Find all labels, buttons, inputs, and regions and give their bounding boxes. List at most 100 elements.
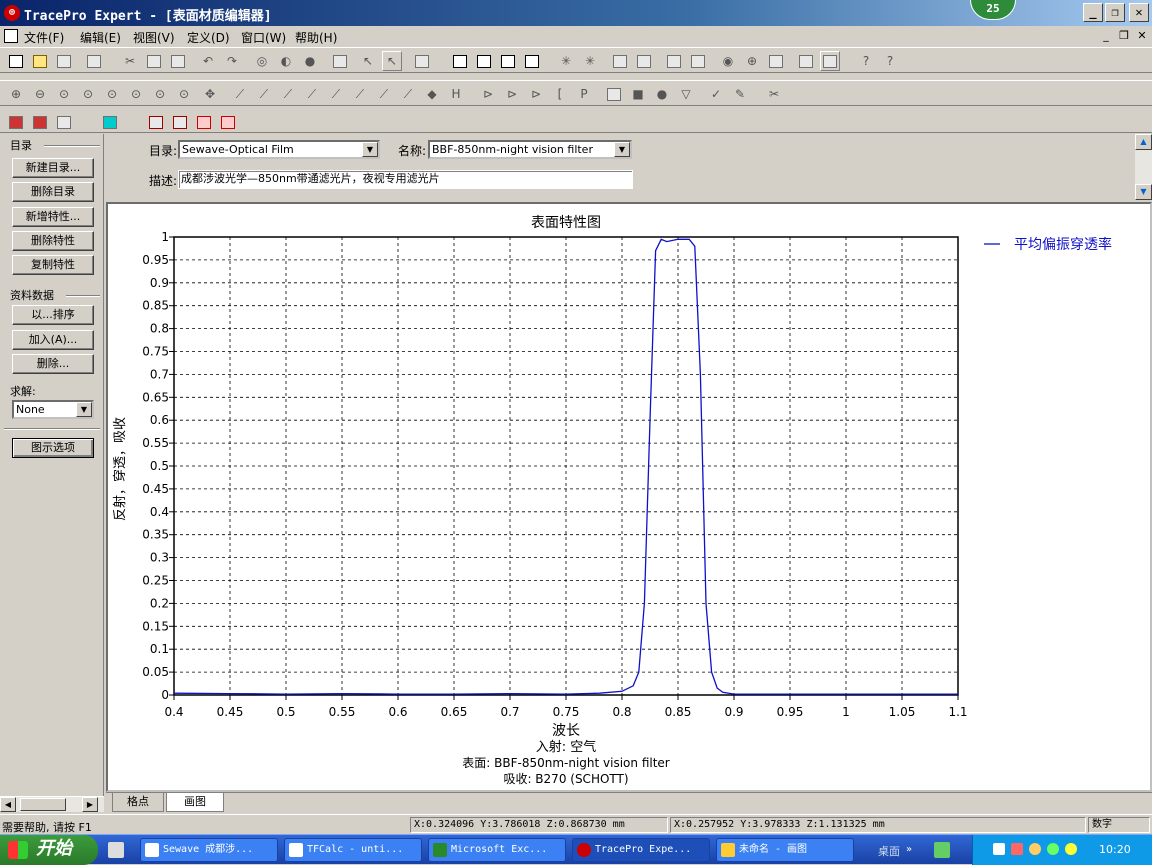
clock[interactable]: 10:20 xyxy=(1099,843,1131,856)
minimize-button[interactable]: _ xyxy=(1083,3,1103,22)
add-data-button[interactable]: 加入(A)... xyxy=(12,330,94,350)
scroll-up-icon[interactable]: ▲ xyxy=(1135,134,1152,150)
left-panel-scrollbar[interactable]: ◀ ▶ xyxy=(0,796,104,812)
catalog-select[interactable]: Sewave-Optical Film ▼ xyxy=(178,140,380,159)
view-trim-icon[interactable]: ⟋ xyxy=(398,84,418,104)
render-icon[interactable] xyxy=(330,51,350,71)
quick-launch-keyboard-icon[interactable] xyxy=(108,842,124,858)
close-button[interactable]: ✕ xyxy=(1129,3,1149,22)
start-button[interactable]: 开始 xyxy=(0,835,98,865)
properties-icon[interactable] xyxy=(412,51,432,71)
open-icon[interactable] xyxy=(30,51,50,71)
select-surface-icon[interactable]: ↖ xyxy=(382,51,402,71)
zoom-in-icon[interactable]: ⊕ xyxy=(6,84,26,104)
view-zx-icon[interactable]: ⟋ xyxy=(326,84,346,104)
pencil-icon[interactable]: ✎ xyxy=(730,84,750,104)
bracket-icon[interactable]: [ xyxy=(550,84,570,104)
cone-icon[interactable]: ▽ xyxy=(676,84,696,104)
print-icon[interactable] xyxy=(84,51,104,71)
zoom-previous-icon[interactable]: ⊙ xyxy=(126,84,146,104)
view-yz-icon[interactable]: ⟋ xyxy=(254,84,274,104)
target-icon[interactable]: ⊕ xyxy=(742,51,762,71)
solve-select[interactable]: None ▼ xyxy=(12,400,94,419)
zoom-range-icon[interactable]: ⊙ xyxy=(150,84,170,104)
menu-view[interactable]: 视图(V) xyxy=(133,29,175,46)
menu-file[interactable]: 文件(F) xyxy=(24,29,64,46)
taskbar-item-excel[interactable]: Microsoft Exc... xyxy=(428,838,566,862)
restore-button[interactable]: ❐ xyxy=(1105,3,1125,22)
redo-icon[interactable]: ↷ xyxy=(222,51,242,71)
new-catalog-button[interactable]: 新建目录... xyxy=(12,158,94,178)
mdi-minimize-button[interactable]: _ xyxy=(1098,29,1114,42)
shaded-dpl-icon[interactable] xyxy=(820,51,840,71)
copy-icon[interactable] xyxy=(144,51,164,71)
candela-plot-icon[interactable] xyxy=(634,51,654,71)
window-cascade-icon[interactable] xyxy=(474,51,494,71)
menu-define[interactable]: 定义(D) xyxy=(187,29,230,46)
speaker-icon[interactable] xyxy=(1029,843,1041,855)
battery-icon[interactable] xyxy=(934,842,950,858)
tab-grid[interactable]: 格点 xyxy=(112,793,164,812)
taskbar-item-paint[interactable]: 未命名 - 画图 xyxy=(716,838,854,862)
scroll-left-icon[interactable]: ◀ xyxy=(0,797,16,812)
tab-plot[interactable]: 画图 xyxy=(166,793,224,812)
delete-catalog-button[interactable]: 删除目录 xyxy=(12,182,94,202)
menu-edit[interactable]: 编辑(E) xyxy=(80,29,121,46)
document-icon[interactable] xyxy=(4,29,18,43)
union-icon[interactable]: ◎ xyxy=(252,51,272,71)
source-icon[interactable]: ◉ xyxy=(718,51,738,71)
taskbar-item-tfcalc[interactable]: TFCalc - unti... xyxy=(284,838,422,862)
undo-icon[interactable]: ↶ xyxy=(198,51,218,71)
scroll-thumb[interactable] xyxy=(20,798,66,811)
scroll-down-icon[interactable]: ▼ xyxy=(1135,184,1152,200)
view-silhouette-icon[interactable]: ◆ xyxy=(422,84,442,104)
pyramid-icon[interactable]: P xyxy=(574,84,594,104)
select-icon[interactable]: ↖ xyxy=(358,51,378,71)
zoom-out-icon[interactable]: ⊖ xyxy=(30,84,50,104)
security-icon[interactable] xyxy=(1011,843,1023,855)
sphere-icon[interactable]: ● xyxy=(652,84,672,104)
description-field[interactable]: 成都涉波光学—850nm带通滤光片，夜视专用滤光片 xyxy=(178,170,633,189)
zoom-fit-icon[interactable]: ⊙ xyxy=(174,84,194,104)
rotate-icon[interactable]: ⊳ xyxy=(478,84,498,104)
view-axis-icon[interactable]: ⟋ xyxy=(374,84,394,104)
sort-by-button[interactable]: 以...排序 xyxy=(12,305,94,325)
view-height-icon[interactable]: H xyxy=(446,84,466,104)
add-property-button[interactable]: 新增特性... xyxy=(12,207,94,227)
pan-icon[interactable]: ✥ xyxy=(200,84,220,104)
step-icon[interactable]: ⊳ xyxy=(502,84,522,104)
taskbar-item-sewave[interactable]: Sewave 成都涉... xyxy=(140,838,278,862)
intersect-icon[interactable]: ◐ xyxy=(276,51,296,71)
view-zy-icon[interactable]: ⟋ xyxy=(278,84,298,104)
input-method-icon[interactable] xyxy=(1065,843,1077,855)
update-icon[interactable] xyxy=(1047,843,1059,855)
save-icon[interactable] xyxy=(54,51,74,71)
check-icon[interactable]: ✓ xyxy=(706,84,726,104)
zoom-all-icon[interactable]: ⊙ xyxy=(78,84,98,104)
block-icon[interactable] xyxy=(604,84,624,104)
view-x-icon[interactable]: ⟋ xyxy=(230,84,250,104)
app-icon[interactable]: ⊕ xyxy=(4,5,20,21)
subtract-icon[interactable]: ● xyxy=(300,51,320,71)
editor-save-icon[interactable] xyxy=(54,112,74,132)
mdi-restore-button[interactable]: ❐ xyxy=(1116,29,1132,42)
editor-delete-row-icon[interactable] xyxy=(218,112,238,132)
name-select[interactable]: BBF-850nm-night vision filter ▼ xyxy=(428,140,632,159)
desktop-expand-icon[interactable]: » xyxy=(906,844,912,855)
zoom-window-icon[interactable]: ⊙ xyxy=(54,84,74,104)
network-icon[interactable] xyxy=(993,843,1005,855)
zoom-selection-icon[interactable]: ⊙ xyxy=(102,84,122,104)
chevron-down-icon[interactable]: ▼ xyxy=(76,402,92,417)
plot-options-button[interactable]: 图示选项 xyxy=(12,438,94,458)
menu-window[interactable]: 窗口(W) xyxy=(241,29,286,46)
analysis-icon[interactable] xyxy=(664,51,684,71)
menu-help[interactable]: 帮助(H) xyxy=(295,29,337,46)
copy-property-button[interactable]: 复制特性 xyxy=(12,255,94,275)
chevron-down-icon[interactable]: ▼ xyxy=(614,142,630,157)
irradiance-map-icon[interactable] xyxy=(610,51,630,71)
delete-data-button[interactable]: 删除... xyxy=(12,354,94,374)
scissors-icon[interactable]: ✂ xyxy=(764,84,784,104)
raytrace-rei-icon[interactable]: ✳ xyxy=(580,51,600,71)
exit-surface-icon[interactable] xyxy=(766,51,786,71)
shaded-srt-icon[interactable] xyxy=(796,51,816,71)
